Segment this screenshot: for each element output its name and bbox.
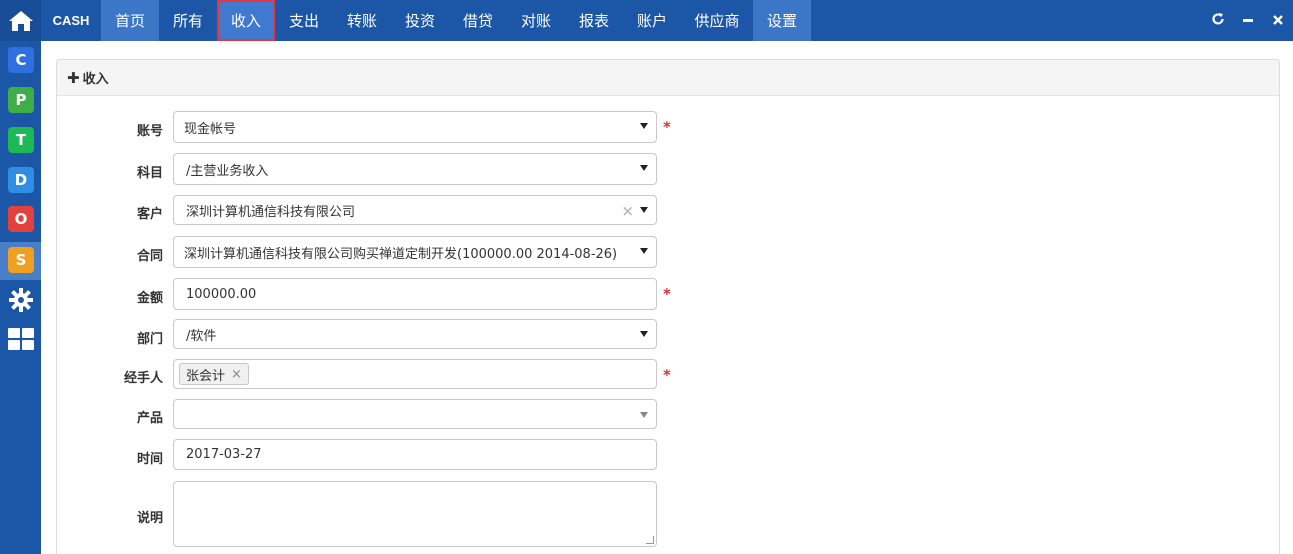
app-c-icon[interactable]: C xyxy=(8,47,34,73)
account-label: 账号 xyxy=(136,124,163,139)
required-mark: * xyxy=(663,366,671,384)
required-mark: * xyxy=(663,285,671,303)
tab-expense[interactable]: 支出 xyxy=(275,0,333,41)
department-value: /软件 xyxy=(186,328,217,344)
handler-chip-label: 张会计 xyxy=(186,368,226,384)
left-rail: CPTDOS xyxy=(0,0,41,554)
subject-select[interactable]: /主营业务收入 xyxy=(173,153,657,185)
app-s-icon[interactable]: S xyxy=(8,247,34,273)
date-input[interactable]: 2017-03-27 xyxy=(173,439,657,470)
department-select[interactable]: /软件 xyxy=(173,319,657,349)
panel-header: ✚ 收入 xyxy=(57,60,1279,96)
department-label: 部门 xyxy=(136,332,163,347)
remove-icon[interactable]: × xyxy=(231,367,242,382)
customer-select[interactable]: 深圳计算机通信科技有限公司 × xyxy=(173,195,657,225)
gear-icon[interactable] xyxy=(8,287,34,313)
home-icon[interactable] xyxy=(0,0,41,41)
app-t-icon[interactable]: T xyxy=(8,127,34,153)
close-icon[interactable] xyxy=(1263,12,1293,30)
income-form-panel: ✚ 收入 账号 现金帐号 * 科目 /主营业务收入 客户 深圳计算机通信科技有限… xyxy=(56,59,1280,554)
tab-settings[interactable]: 设置 xyxy=(753,0,811,41)
handler-chip: 张会计 × xyxy=(179,363,249,385)
contract-value: 深圳计算机通信科技有限公司购买禅道定制开发(100000.00 2014-08-… xyxy=(184,246,618,262)
customer-value: 深圳计算机通信科技有限公司 xyxy=(186,204,356,220)
minimize-icon[interactable] xyxy=(1233,12,1263,30)
contract-label: 合同 xyxy=(136,249,163,264)
account-select[interactable]: 现金帐号 xyxy=(173,111,657,143)
grid-icon[interactable] xyxy=(8,328,34,350)
customer-label: 客户 xyxy=(136,207,163,222)
house-icon xyxy=(8,10,33,31)
app-p-icon[interactable]: P xyxy=(8,87,34,113)
tab-reconcile[interactable]: 对账 xyxy=(507,0,565,41)
main-nav: 首页 所有 收入 支出 转账 投资 借贷 对账 报表 账户 供应商 设置 xyxy=(101,0,811,41)
product-label: 产品 xyxy=(136,411,163,426)
tab-invest[interactable]: 投资 xyxy=(391,0,449,41)
amount-label: 金额 xyxy=(136,291,163,306)
window-controls xyxy=(1203,0,1293,41)
required-mark: * xyxy=(663,118,671,136)
contract-select[interactable]: 深圳计算机通信科技有限公司购买禅道定制开发(100000.00 2014-08-… xyxy=(173,236,657,268)
tab-transfer[interactable]: 转账 xyxy=(333,0,391,41)
chevron-down-icon xyxy=(640,248,648,254)
subject-label: 科目 xyxy=(136,166,163,181)
app-d-icon[interactable]: D xyxy=(8,167,34,193)
refresh-icon[interactable] xyxy=(1203,12,1233,30)
handler-multiselect[interactable]: 张会计 × xyxy=(173,359,657,389)
top-navbar: CASH 首页 所有 收入 支出 转账 投资 借贷 对账 报表 账户 供应商 设置 xyxy=(41,0,1293,41)
tab-report[interactable]: 报表 xyxy=(565,0,623,41)
tab-income[interactable]: 收入 xyxy=(217,0,275,41)
resize-handle[interactable] xyxy=(646,536,654,544)
tab-home[interactable]: 首页 xyxy=(101,0,159,41)
chevron-down-icon xyxy=(640,207,648,213)
chevron-down-icon xyxy=(640,165,648,171)
plus-icon: ✚ xyxy=(67,68,80,87)
tab-account[interactable]: 账户 xyxy=(623,0,681,41)
date-label: 时间 xyxy=(136,452,163,467)
chevron-down-icon xyxy=(640,412,648,418)
handler-label: 经手人 xyxy=(123,371,163,386)
subject-value: /主营业务收入 xyxy=(186,163,269,179)
account-value: 现金帐号 xyxy=(184,121,237,137)
app-o-icon[interactable]: O xyxy=(8,206,34,232)
tab-loan[interactable]: 借贷 xyxy=(449,0,507,41)
chevron-down-icon xyxy=(640,123,648,129)
panel-title: 收入 xyxy=(82,72,109,87)
clear-icon[interactable]: × xyxy=(621,202,634,220)
description-textarea[interactable] xyxy=(173,481,657,547)
tab-supplier[interactable]: 供应商 xyxy=(681,0,753,41)
amount-input[interactable]: 100000.00 xyxy=(173,278,657,310)
description-label: 说明 xyxy=(136,511,163,526)
product-select[interactable] xyxy=(173,399,657,429)
tab-all[interactable]: 所有 xyxy=(159,0,217,41)
brand-logo[interactable]: CASH xyxy=(41,0,101,41)
date-value: 2017-03-27 xyxy=(186,447,262,462)
amount-value: 100000.00 xyxy=(186,286,257,302)
chevron-down-icon xyxy=(640,331,648,337)
